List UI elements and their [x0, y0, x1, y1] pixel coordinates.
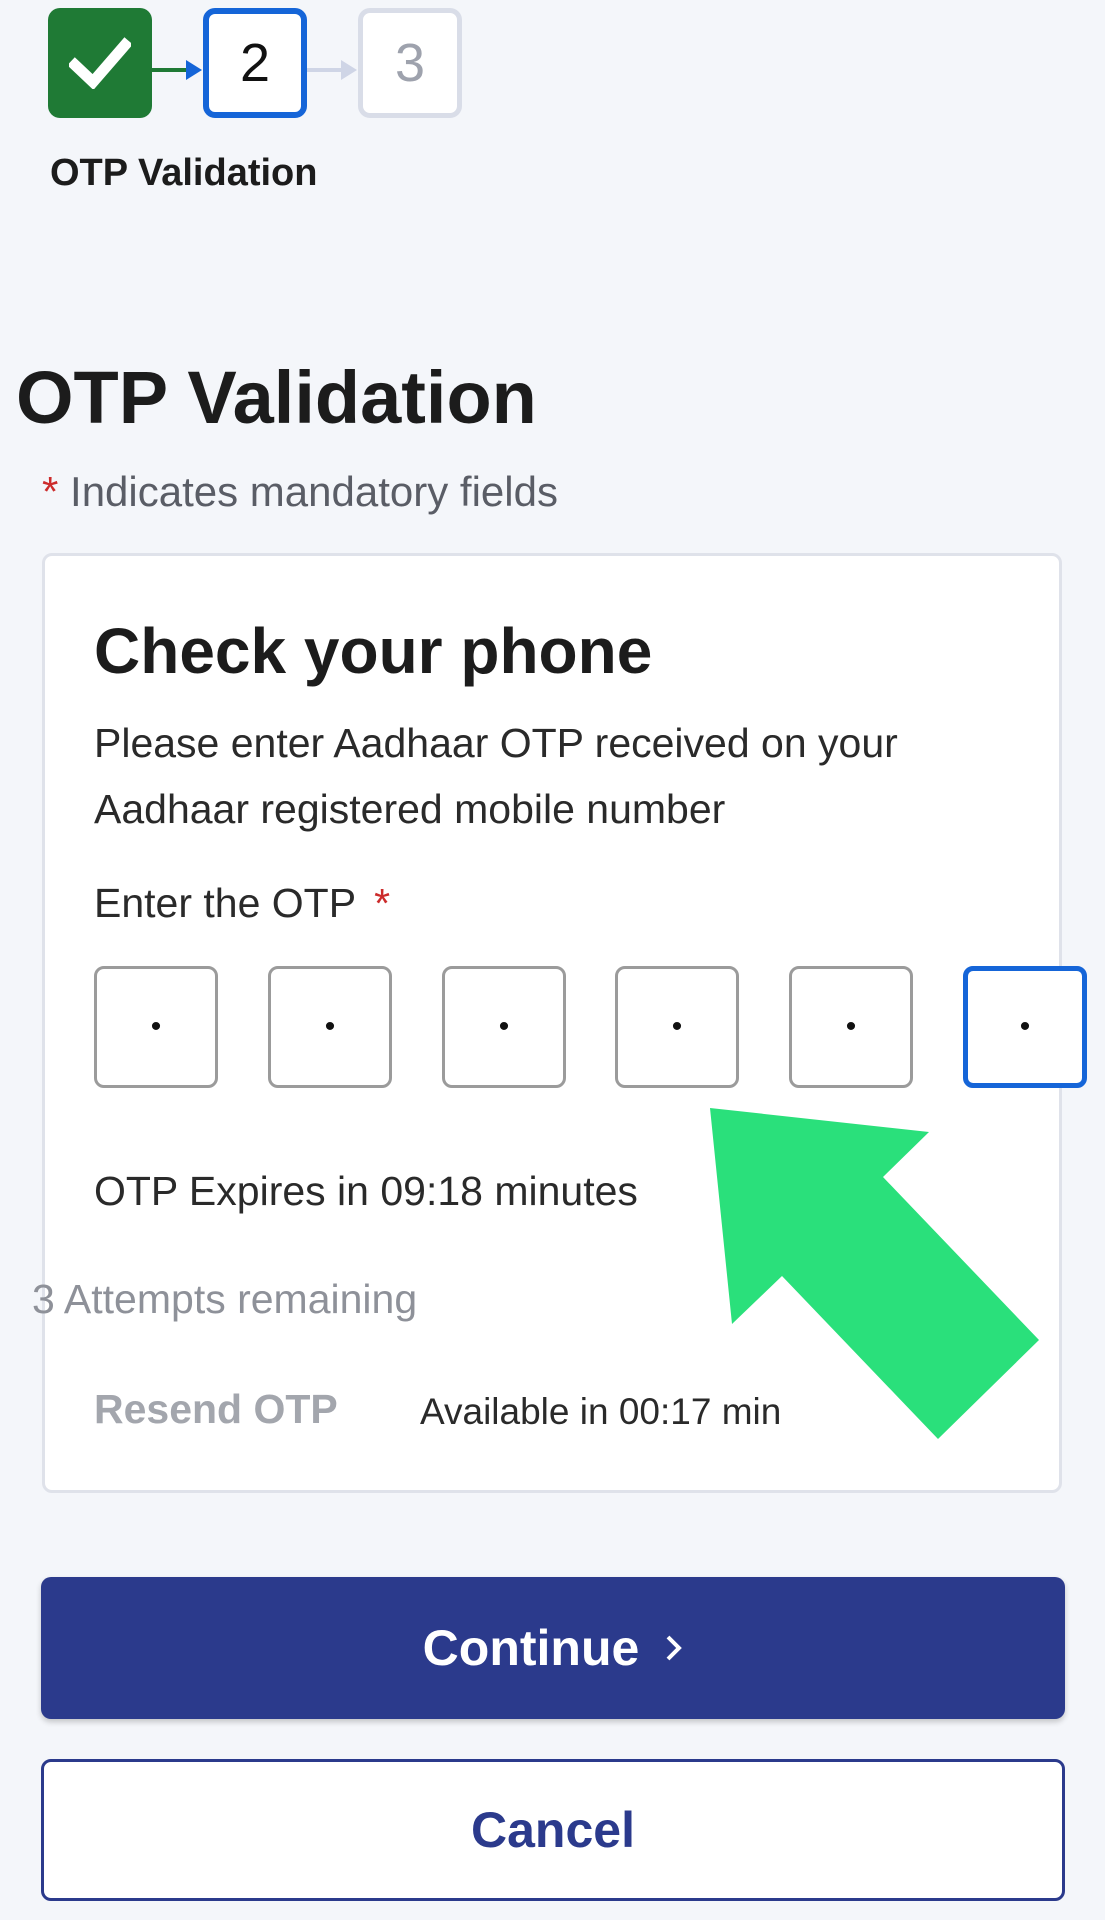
otp-digit-6-value: • — [1019, 1010, 1031, 1043]
otp-required-marker: * — [374, 880, 391, 926]
step-1-completed — [48, 8, 152, 118]
continue-button[interactable]: Continue — [41, 1577, 1065, 1719]
resend-otp-button[interactable]: Resend OTP — [94, 1386, 338, 1433]
pointer-arrow-icon — [710, 1108, 1039, 1439]
mandatory-note: * Indicates mandatory fields — [42, 468, 558, 516]
card-description: Please enter Aadhaar OTP received on you… — [94, 720, 898, 832]
otp-digit-6[interactable]: • — [963, 966, 1087, 1088]
otp-digit-2[interactable]: • — [268, 966, 392, 1088]
otp-label-text: Enter the OTP — [94, 880, 357, 926]
otp-field-label: Enter the OTP * — [94, 880, 390, 927]
otp-digit-2-value: • — [324, 1010, 336, 1043]
attempts-remaining: 3 Attempts remaining — [32, 1276, 418, 1322]
card-title: Check your phone — [94, 615, 653, 687]
current-step-label: OTP Validation — [50, 152, 318, 194]
otp-digit-4[interactable]: • — [615, 966, 739, 1088]
otp-expiry-text: OTP Expires in 09:18 minutes — [94, 1168, 638, 1214]
chevron-right-icon — [666, 1635, 683, 1661]
otp-digit-4-value: • — [671, 1010, 683, 1043]
step-connector-1 — [152, 60, 202, 80]
mandatory-note-text: Indicates mandatory fields — [70, 468, 558, 515]
step-2-current: 2 — [203, 8, 307, 118]
continue-label: Continue — [422, 1620, 640, 1676]
step-3-upcoming: 3 — [358, 8, 462, 118]
cancel-button[interactable]: Cancel — [41, 1759, 1065, 1901]
step-connector-2 — [307, 60, 357, 80]
page-title: OTP Validation — [16, 356, 537, 439]
otp-digit-1[interactable]: • — [94, 966, 218, 1088]
otp-digit-3[interactable]: • — [442, 966, 566, 1088]
required-marker: * — [42, 468, 59, 515]
otp-digit-1-value: • — [150, 1010, 162, 1043]
otp-digit-3-value: • — [498, 1010, 510, 1043]
otp-digit-5[interactable]: • — [789, 966, 913, 1088]
otp-digit-5-value: • — [845, 1010, 857, 1043]
check-icon — [69, 37, 131, 89]
